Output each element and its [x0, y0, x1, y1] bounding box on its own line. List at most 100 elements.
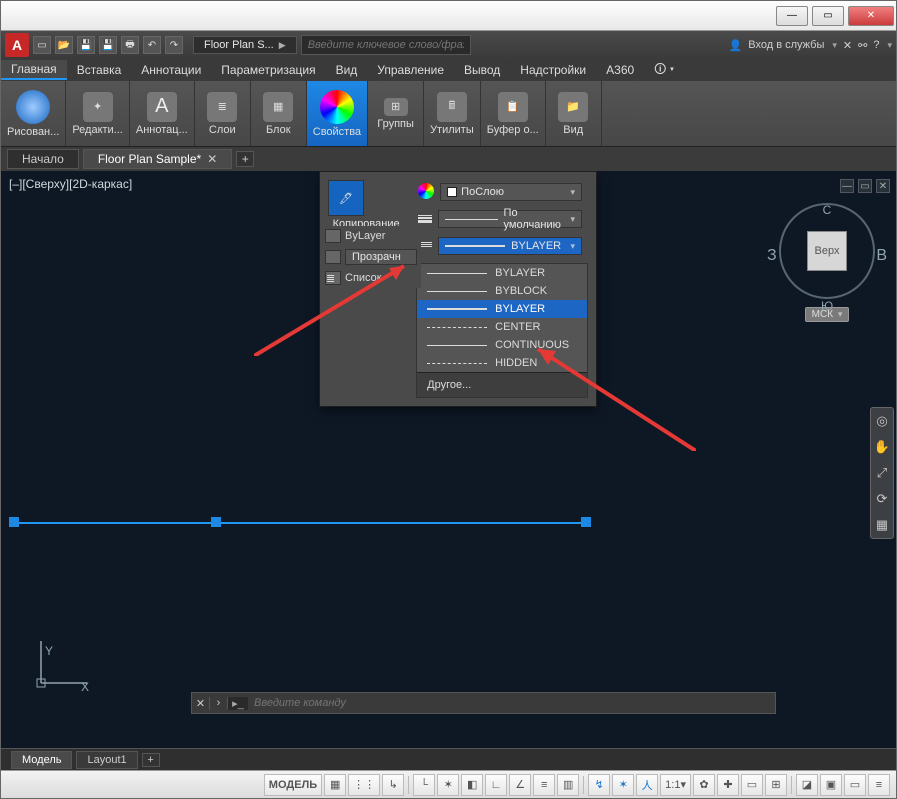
transparency-select[interactable]: Прозрачн [345, 249, 417, 265]
osnap-icon[interactable]: ∟ [485, 774, 507, 796]
share-icon[interactable]: ⚯ [858, 39, 867, 52]
orbit-icon[interactable]: ⟳ [871, 486, 893, 512]
app-logo[interactable]: A [5, 33, 29, 57]
grip-midpoint[interactable] [211, 517, 221, 527]
linetype-item[interactable]: CENTER [417, 318, 587, 336]
panel-layers[interactable]: ≣Слои [195, 81, 251, 146]
list-label[interactable]: Список [345, 272, 382, 284]
grip-endpoint[interactable] [9, 517, 19, 527]
panel-block[interactable]: ▦Блок [251, 81, 307, 146]
panel-edit[interactable]: ✦Редакти... [66, 81, 130, 146]
linetype-item[interactable]: CONTINUOUS [417, 336, 587, 354]
redo-icon[interactable]: ↷ [165, 36, 183, 54]
isolate-icon[interactable]: ◪ [796, 774, 818, 796]
transparency-icon[interactable] [325, 250, 341, 264]
viewcube-south[interactable]: Ю [821, 299, 833, 313]
panel-draw[interactable]: Рисован... [1, 81, 66, 146]
close-button[interactable]: ✕ [848, 6, 894, 26]
tab-annotations[interactable]: Аннотации [131, 61, 211, 79]
selected-line[interactable] [13, 522, 590, 524]
tab-manage[interactable]: Управление [367, 61, 454, 79]
maximize-button[interactable]: ▭ [812, 6, 844, 26]
tab-home[interactable]: Главная [1, 60, 67, 80]
grip-endpoint[interactable] [581, 517, 591, 527]
annotation-icon[interactable]: ✚ [717, 774, 739, 796]
dynamic-ucs-icon[interactable]: 人 [636, 774, 658, 796]
signin-icon[interactable]: 👤 [729, 39, 743, 52]
undo-icon[interactable]: ↶ [143, 36, 161, 54]
grid-icon[interactable]: ▦ [324, 774, 346, 796]
new-icon[interactable]: ▭ [33, 36, 51, 54]
drawing-area[interactable]: [–][Сверху][2D-каркас] — ▭ ✕ 🖊 Копирован… [1, 171, 896, 748]
lineweight-icon[interactable] [418, 214, 432, 224]
linetype-other[interactable]: Другое... [417, 372, 587, 397]
lineweight-display-icon[interactable]: ≡ [533, 774, 555, 796]
tab-floorplan[interactable]: Floor Plan Sample*✕ [83, 149, 232, 169]
snap-icon[interactable]: ⋮⋮ [348, 774, 380, 796]
quick-properties-icon[interactable]: ▭ [741, 774, 763, 796]
zoom-extents-icon[interactable]: ⤢ [871, 460, 893, 486]
linetype-item[interactable]: BYLAYER [417, 300, 587, 318]
viewcube[interactable]: С Ю В З Верх МСК ▾ [772, 183, 882, 322]
iso-icon[interactable]: ◧ [461, 774, 483, 796]
modelspace-toggle[interactable]: МОДЕЛЬ [264, 774, 322, 796]
lock-ui-icon[interactable]: ⊞ [765, 774, 787, 796]
tab-overflow-icon[interactable]: 🛈 ▾ [644, 58, 684, 83]
linetype-item[interactable]: HIDDEN [417, 354, 587, 372]
tab-start[interactable]: Начало [7, 149, 79, 169]
save-icon[interactable]: 💾 [77, 36, 95, 54]
panel-clipboard[interactable]: 📋Буфер о... [481, 81, 546, 146]
tab-output[interactable]: Вывод [454, 61, 510, 79]
viewport-label[interactable]: [–][Сверху][2D-каркас] [9, 177, 132, 191]
tab-a360[interactable]: A360 [596, 61, 644, 79]
linetype-item[interactable]: BYBLOCK [417, 282, 587, 300]
panel-utilities[interactable]: 🖩Утилиты [424, 81, 481, 146]
tab-addins[interactable]: Надстройки [510, 61, 596, 79]
help-icon[interactable]: ? [873, 39, 879, 51]
panel-annotate[interactable]: AАннотац... [130, 81, 195, 146]
showmotion-icon[interactable]: ▦ [871, 512, 893, 538]
panel-properties[interactable]: Свойства [307, 81, 368, 146]
clean-screen-icon[interactable]: ▭ [844, 774, 866, 796]
viewcube-west[interactable]: З [767, 247, 777, 265]
transparency-icon[interactable]: ▥ [557, 774, 579, 796]
open-icon[interactable]: 📂 [55, 36, 73, 54]
steering-wheel-icon[interactable]: ◎ [871, 408, 893, 434]
layout-tab-layout1[interactable]: Layout1 [76, 751, 137, 769]
tab-parametric[interactable]: Параметризация [211, 61, 325, 79]
viewcube-top[interactable]: Верх [807, 231, 847, 271]
tab-view[interactable]: Вид [326, 61, 368, 79]
infer-icon[interactable]: ↳ [382, 774, 404, 796]
command-close-icon[interactable]: ✕ [192, 697, 210, 710]
customize-icon[interactable]: ≡ [868, 774, 890, 796]
exchange-icon[interactable]: ✕ [843, 39, 852, 52]
viewcube-east[interactable]: В [876, 247, 887, 265]
print-icon[interactable]: 🖶 [121, 36, 139, 54]
keyword-search[interactable] [301, 35, 471, 55]
panel-groups[interactable]: ⊞Группы [368, 81, 424, 146]
panel-view[interactable]: 📁Вид [546, 81, 602, 146]
otrack-icon[interactable]: ∠ [509, 774, 531, 796]
match-properties-icon[interactable]: 🖊 [328, 180, 364, 216]
plotstyle-icon[interactable] [325, 229, 341, 243]
viewcube-north[interactable]: С [823, 203, 832, 217]
linetype-item[interactable]: BYLAYER [417, 264, 587, 282]
layout-tab-model[interactable]: Модель [11, 751, 72, 769]
close-icon[interactable]: ✕ [207, 152, 217, 166]
lineweight-select[interactable]: По умолчанию ▾ [438, 210, 582, 228]
tab-insert[interactable]: Вставка [67, 61, 132, 79]
polar-icon[interactable]: ✶ [437, 774, 459, 796]
new-tab-button[interactable]: + [236, 151, 254, 167]
workspace-icon[interactable]: ✿ [693, 774, 715, 796]
command-line[interactable]: ✕ › ▸_ [191, 692, 776, 714]
command-history-icon[interactable]: › [210, 697, 228, 709]
list-icon[interactable]: ≣ [325, 271, 341, 285]
selection-cycling-icon[interactable]: ↯ [588, 774, 610, 796]
color-wheel-icon[interactable] [418, 183, 434, 199]
ortho-icon[interactable]: └ [413, 774, 435, 796]
command-input[interactable] [248, 697, 775, 709]
hardware-accel-icon[interactable]: ▣ [820, 774, 842, 796]
minimize-button[interactable]: — [776, 6, 808, 26]
3dosnap-icon[interactable]: ✶ [612, 774, 634, 796]
annotation-scale[interactable]: 1:1 ▾ [660, 774, 691, 796]
